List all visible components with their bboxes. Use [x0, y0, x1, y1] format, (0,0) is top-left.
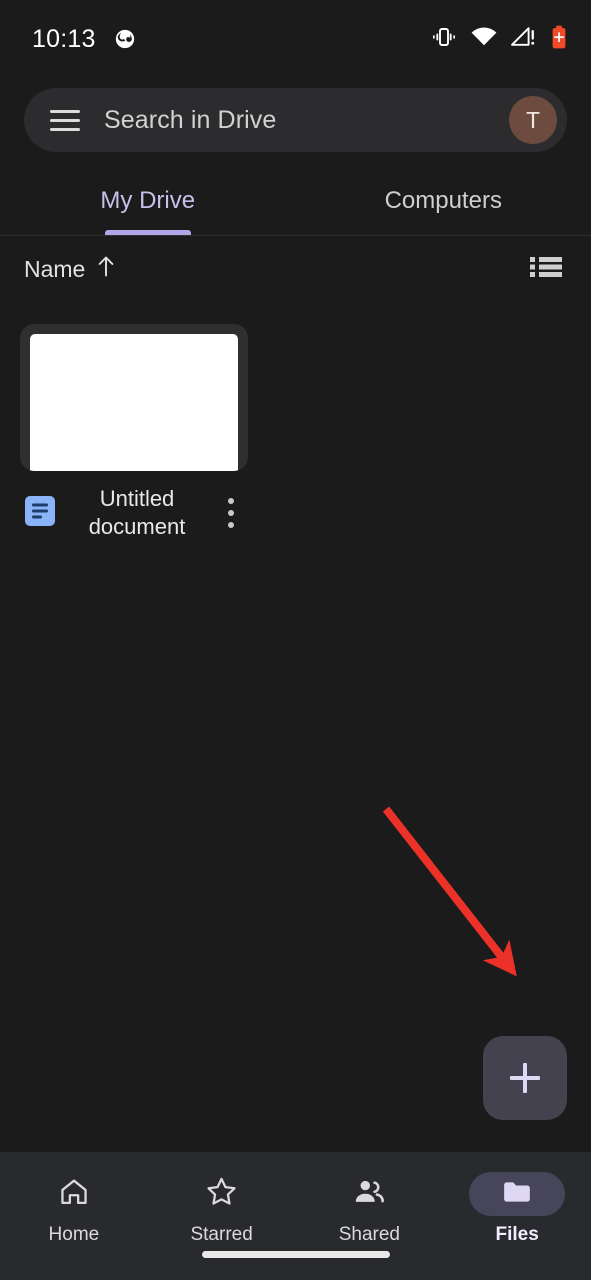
kebab-menu-icon[interactable] [218, 491, 244, 535]
nav-label-files: Files [495, 1224, 539, 1245]
status-bar-left: 10:13 [32, 25, 136, 54]
spiral-notification-icon [114, 28, 136, 50]
sort-button[interactable]: Name [24, 255, 116, 283]
arrow-up-icon [96, 255, 116, 283]
search-bar-container: Search in Drive T [0, 78, 591, 166]
nav-item-home[interactable]: Home [0, 1172, 148, 1246]
nav-pill-files [469, 1172, 566, 1216]
plus-icon [510, 1063, 540, 1093]
avatar-initial: T [525, 106, 541, 133]
nav-pill-shared [321, 1172, 417, 1216]
search-input[interactable]: Search in Drive [104, 106, 276, 135]
sort-label: Name [24, 255, 86, 282]
drive-app-screen: 10:13 Search in Drive T My Drive Compute… [0, 0, 591, 1280]
avatar[interactable]: T [509, 96, 557, 144]
nav-label-starred: Starred [190, 1224, 253, 1245]
file-thumbnail[interactable] [20, 324, 248, 471]
file-grid: Untitled document [0, 324, 591, 543]
list-view-icon[interactable] [529, 253, 563, 286]
file-grid-area: Untitled document [0, 302, 591, 1152]
status-bar-clock: 10:13 [32, 24, 96, 53]
status-bar-right [431, 25, 567, 54]
sort-row: Name [0, 236, 591, 302]
bottom-navigation: Home Starred Shared Files [0, 1152, 591, 1280]
thumbnail-page-preview [30, 334, 238, 471]
google-docs-icon [24, 495, 56, 532]
battery-charging-icon [551, 25, 567, 54]
drive-tabs: My Drive Computers [0, 166, 591, 236]
vibrate-icon [431, 26, 457, 53]
gesture-navigation-bar[interactable] [201, 1251, 390, 1258]
tab-active-indicator [104, 230, 191, 235]
people-icon [353, 1177, 385, 1212]
folder-icon [502, 1179, 532, 1210]
nav-pill-starred [174, 1172, 270, 1216]
wifi-icon [471, 26, 497, 52]
file-card-meta: Untitled document [20, 471, 248, 543]
tab-computers[interactable]: Computers [296, 166, 591, 235]
search-bar[interactable]: Search in Drive T [24, 88, 567, 152]
file-name: Untitled document [88, 485, 186, 539]
nav-label-shared: Shared [338, 1224, 401, 1245]
star-outline-icon [206, 1176, 237, 1212]
status-bar: 10:13 [0, 0, 591, 78]
nav-pill-home [26, 1172, 122, 1216]
new-button[interactable] [483, 1036, 567, 1120]
cellular-signal-warning-icon [511, 26, 537, 52]
nav-item-files[interactable]: Files [443, 1172, 591, 1246]
file-card[interactable]: Untitled document [20, 324, 248, 543]
home-icon [59, 1177, 89, 1212]
tab-my-drive[interactable]: My Drive [0, 166, 296, 235]
nav-item-shared[interactable]: Shared [296, 1172, 444, 1246]
tab-computers-label: Computers [384, 186, 502, 214]
tab-my-drive-label: My Drive [100, 186, 196, 214]
nav-label-home: Home [48, 1224, 100, 1245]
hamburger-menu-icon[interactable] [50, 105, 80, 135]
nav-item-starred[interactable]: Starred [148, 1172, 296, 1246]
